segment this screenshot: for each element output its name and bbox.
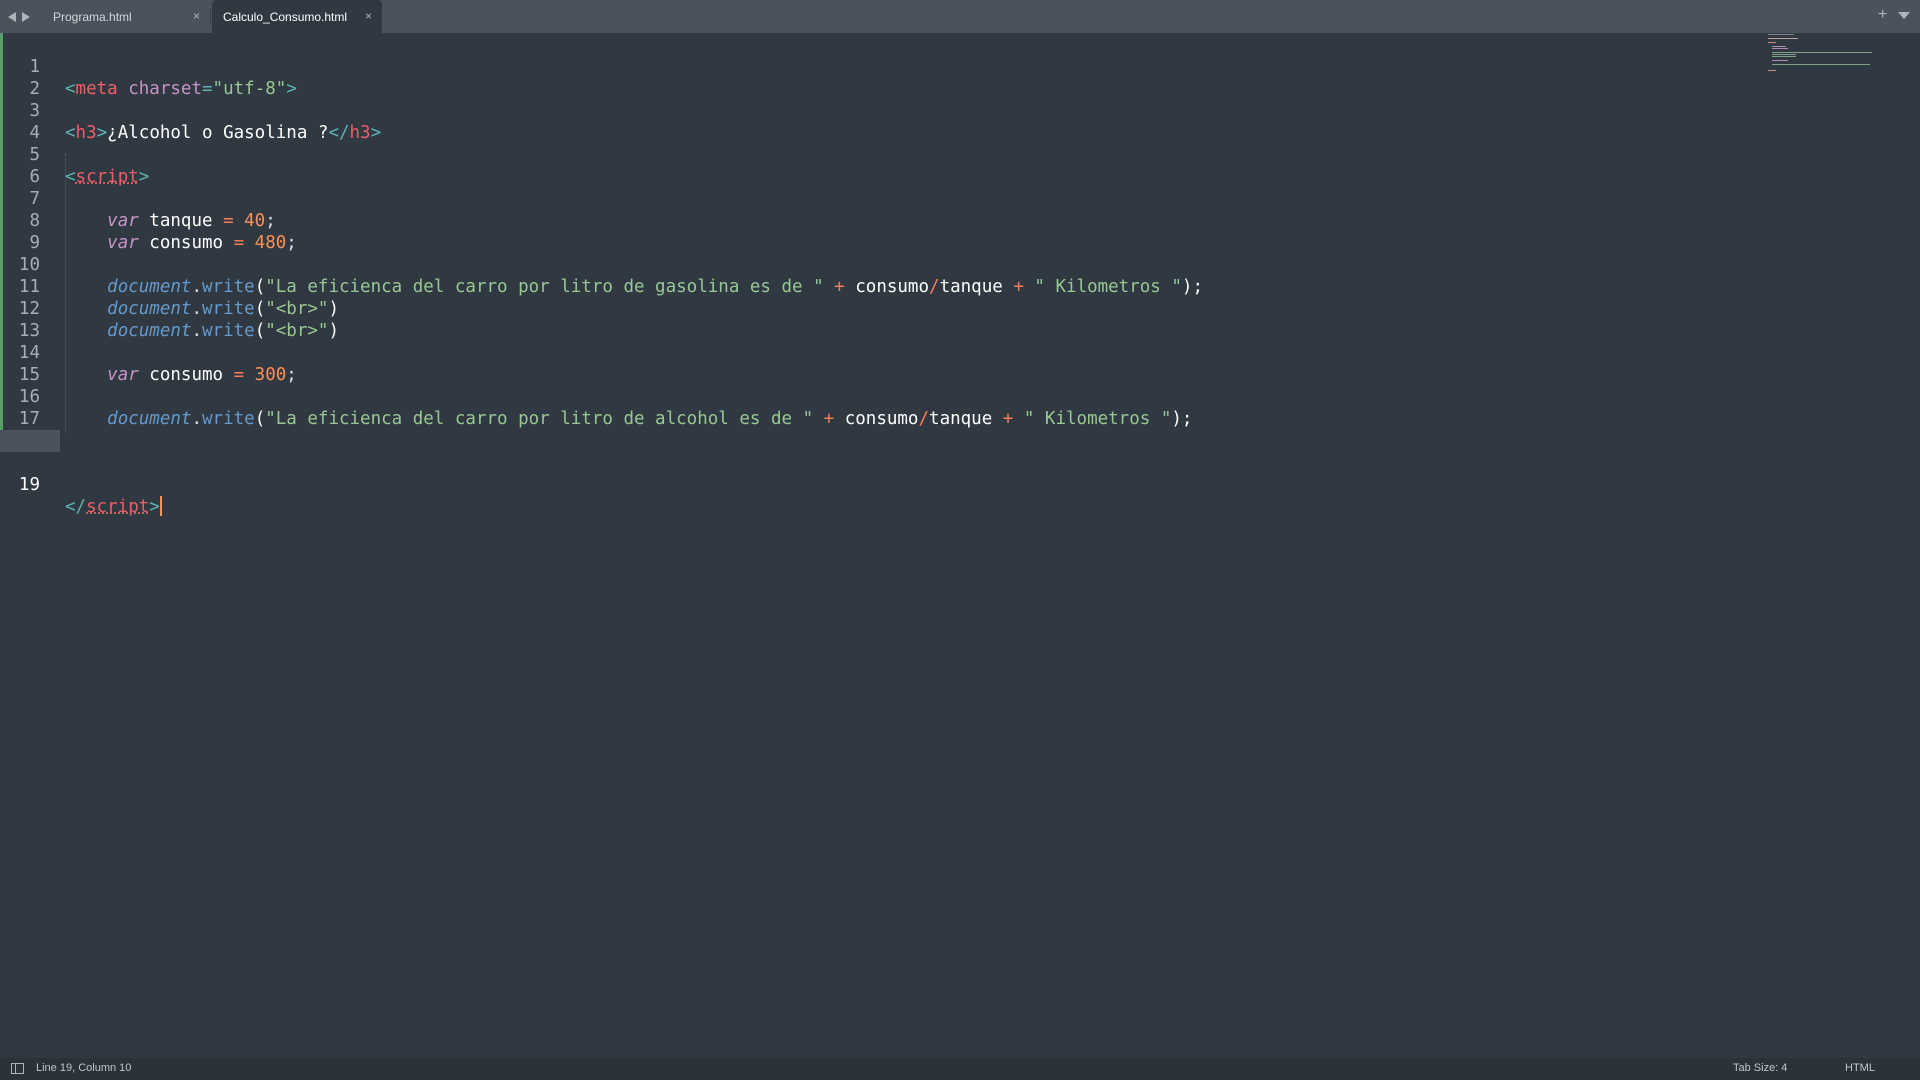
code-line: 1 <meta charset="utf-8"> — [0, 34, 1760, 99]
minimap-line — [1768, 70, 1776, 71]
line-number: 19 — [18, 475, 40, 495]
code-editor[interactable]: 1 <meta charset="utf-8"> 2 3 <h3>¿Alcoho… — [0, 33, 1920, 1058]
code-line: 10 document.write("La eficienca del carr… — [0, 232, 1760, 297]
panel-toggle-icon[interactable] — [11, 1063, 24, 1074]
code-line: 15 — [0, 342, 1760, 385]
minimap-line — [1772, 52, 1872, 53]
code-line: 13 — [0, 298, 1760, 341]
minimap-line — [1772, 48, 1788, 49]
tab-programa[interactable]: Programa.html × — [46, 0, 210, 33]
code-line: 5 <script> — [0, 122, 1760, 187]
code-content: </script> — [65, 496, 162, 518]
tab-label: Calculo_Consumo.html — [223, 10, 348, 24]
chevron-down-icon[interactable] — [1898, 12, 1910, 19]
tab-calculo-consumo[interactable]: Calculo_Consumo.html × — [212, 0, 382, 33]
minimap-line — [1772, 64, 1870, 65]
close-icon[interactable]: × — [365, 9, 372, 23]
plus-icon[interactable]: + — [1878, 6, 1887, 24]
cursor-position[interactable]: Line 19, Column 10 — [36, 1062, 131, 1074]
minimap-line — [1772, 54, 1796, 55]
token: > — [149, 497, 160, 517]
code-line: 7 var tanque = 40; — [0, 166, 1760, 231]
nav-back-icon[interactable] — [8, 11, 16, 22]
tab-divider — [210, 8, 211, 26]
code-line: 8 var consumo = 480; — [0, 188, 1760, 253]
minimap-line — [1772, 60, 1788, 61]
token: </ — [65, 497, 87, 517]
code-line: 18 — [0, 408, 1760, 451]
tab-navigation — [8, 0, 46, 33]
code-line: 6 — [0, 144, 1760, 187]
current-line-gutter-highlight — [0, 430, 60, 452]
minimap-line — [1772, 46, 1786, 47]
minimap-line — [1768, 38, 1798, 39]
close-icon[interactable]: × — [193, 9, 200, 23]
status-bar: Line 19, Column 10 Tab Size: 4 HTML — [0, 1058, 1920, 1080]
code-line: 12 document.write("<br>") — [0, 276, 1760, 341]
code-line: 11 document.write("<br>") — [0, 254, 1760, 319]
tab-label: Programa.html — [53, 10, 132, 24]
code-line: 16 document.write("La eficienca del carr… — [0, 364, 1760, 429]
tab-bar: Programa.html × Calculo_Consumo.html × + — [0, 0, 1920, 33]
code-line: 2 — [0, 56, 1760, 99]
code-line: 14 var consumo = 300; — [0, 320, 1760, 385]
syntax-selector[interactable]: HTML — [1845, 1062, 1875, 1074]
tab-size-indicator[interactable]: Tab Size: 4 — [1733, 1062, 1787, 1074]
code-line-current: 19 </script> — [0, 430, 1760, 517]
code-line: 17 — [0, 386, 1760, 429]
minimap-line — [1772, 56, 1796, 57]
code-line: 3 <h3>¿Alcohol o Gasolina ?</h3> — [0, 78, 1760, 143]
code-line: 9 — [0, 210, 1760, 253]
text-cursor — [159, 496, 162, 516]
minimap-line — [1768, 42, 1776, 43]
minimap-line — [1768, 34, 1794, 35]
nav-forward-icon[interactable] — [22, 11, 30, 22]
code-line: 4 — [0, 100, 1760, 143]
minimap[interactable] — [1766, 33, 1886, 93]
token: script — [86, 497, 150, 517]
